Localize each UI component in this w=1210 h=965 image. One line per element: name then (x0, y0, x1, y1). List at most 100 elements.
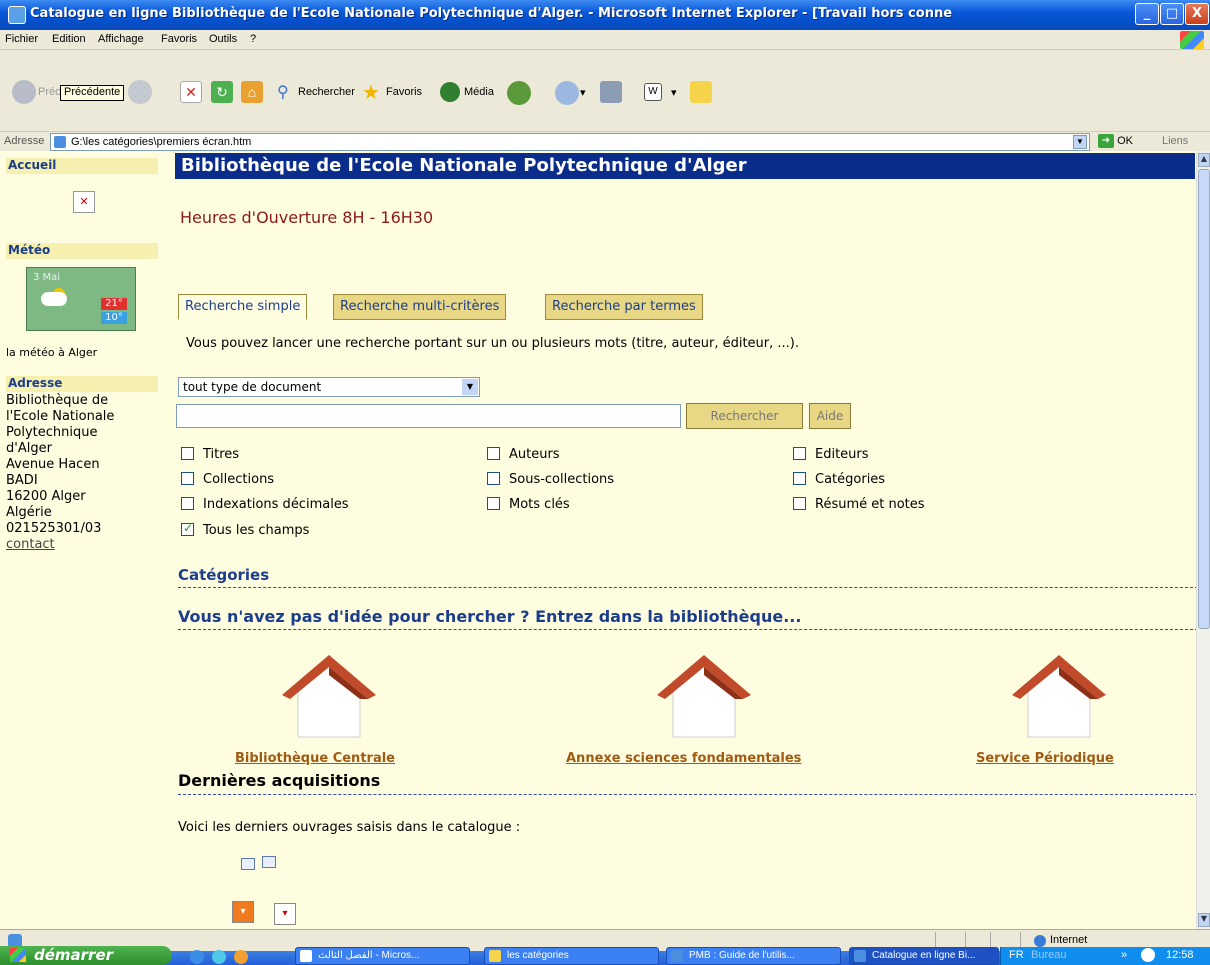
home-icon[interactable]: ⌂ (241, 81, 263, 103)
tab-recherche-multi-criteres[interactable]: Recherche multi-critères (333, 294, 507, 320)
address-dropdown-icon[interactable]: ▼ (1073, 135, 1087, 149)
help-button[interactable]: Aide (809, 403, 851, 429)
checkbox-resume-et-notes[interactable]: Résumé et notes (793, 497, 925, 512)
start-button[interactable]: démarrer (0, 946, 172, 965)
search-button-label[interactable]: Rechercher (298, 86, 355, 98)
search-button[interactable]: Rechercher (686, 403, 803, 429)
tab-recherche-simple[interactable]: Recherche simple (178, 294, 308, 320)
tray-arrow-icon[interactable]: » (1121, 949, 1127, 961)
favorites-button-label[interactable]: Favoris (386, 86, 422, 98)
checkbox-tous-les-champs[interactable]: ✓ Tous les champs (181, 521, 309, 538)
checkbox-label: Auteurs (509, 447, 560, 462)
checkbox-box[interactable] (181, 447, 194, 460)
address-input[interactable]: G:\les catégories\premiers écran.htm (50, 133, 1090, 151)
window-title-bar[interactable]: Catalogue en ligne Bibliothèque de l'Eco… (0, 0, 1210, 30)
taskbar-item-word[interactable]: الفصل الثالث - Micros... (295, 947, 470, 965)
refresh-icon[interactable]: ↻ (211, 81, 233, 103)
menu-outils[interactable]: Outils (209, 33, 237, 45)
windows-logo-icon (10, 948, 26, 962)
media-quicklaunch-icon[interactable] (234, 950, 248, 964)
edit-dropdown-icon[interactable]: ▾ (671, 86, 677, 99)
library-house-icon[interactable] (655, 651, 753, 741)
close-button[interactable]: X (1185, 3, 1209, 25)
checkbox-mots-cles[interactable]: Mots clés (487, 497, 570, 512)
taskbar-item-pmb-guide[interactable]: PMB : Guide de l'utilis... (666, 947, 841, 965)
tray-app-icon[interactable] (1141, 948, 1155, 962)
link-service-periodique[interactable]: Service Périodique (976, 751, 1114, 766)
go-button[interactable]: ➜ OK (1098, 134, 1133, 148)
print-icon[interactable] (600, 81, 622, 103)
divider (178, 794, 1198, 795)
checkbox-indexations-decimales[interactable]: Indexations décimales (181, 497, 349, 512)
checkbox-box[interactable] (181, 497, 194, 510)
sidebar-address-block: Bibliothèque de l'Ecole Nationale Polyte… (6, 393, 114, 553)
clock: 12:58 (1166, 949, 1194, 961)
checkbox-editeurs[interactable]: Editeurs (793, 447, 869, 462)
menu-affichage[interactable]: Affichage (98, 33, 144, 45)
history-icon[interactable] (507, 81, 531, 105)
library-house-icon[interactable] (1010, 651, 1108, 741)
checkbox-box[interactable] (181, 472, 194, 485)
maximize-button[interactable]: □ (1160, 3, 1184, 25)
checkbox-box[interactable] (487, 447, 500, 460)
weather-widget[interactable]: 3 Mai 21° 10° (26, 267, 136, 331)
minimize-button[interactable]: _ (1135, 3, 1159, 25)
categories-heading[interactable]: Catégories (178, 566, 269, 584)
library-house-icon[interactable] (280, 651, 378, 741)
menu-fichier[interactable]: Fichier (5, 33, 38, 45)
address-line: Polytechnique (6, 425, 98, 440)
internet-zone-icon (1034, 935, 1046, 947)
broken-image-icon[interactable]: ▾ (274, 903, 296, 925)
checkbox-titres[interactable]: Titres (181, 447, 239, 462)
checkbox-sous-collections[interactable]: Sous-collections (487, 472, 614, 487)
taskbar-item-folder[interactable]: les catégories (484, 947, 659, 965)
back-arrow-icon[interactable] (12, 80, 36, 104)
checkbox-label: Indexations décimales (203, 497, 349, 512)
taskbar: démarrer الفصل الثالث - Micros... les ca… (0, 946, 1210, 965)
checkbox-label: Mots clés (509, 497, 570, 512)
language-indicator[interactable]: FR (1009, 949, 1024, 961)
document-type-select[interactable]: tout type de document ▼ (178, 377, 480, 397)
scroll-down-icon[interactable]: ▼ (1198, 913, 1210, 927)
link-annexe-sciences-fondamentales[interactable]: Annexe sciences fondamentales (566, 751, 801, 766)
search-input[interactable] (176, 404, 681, 428)
link-bibliotheque-centrale[interactable]: Bibliothèque Centrale (235, 751, 395, 766)
desktop-toolbar-label[interactable]: Bureau (1031, 949, 1066, 961)
desktop-quicklaunch-icon[interactable] (212, 950, 226, 964)
expand-all-icon[interactable] (241, 858, 255, 870)
forward-arrow-icon[interactable] (128, 80, 152, 104)
word-edit-icon[interactable]: W (644, 83, 662, 101)
checkbox-box[interactable] (487, 472, 500, 485)
address-line: Algérie (6, 505, 52, 520)
scroll-thumb[interactable] (1198, 169, 1210, 629)
contact-link[interactable]: contact (6, 537, 55, 552)
windows-logo-icon (1180, 31, 1204, 49)
taskbar-item-label: الفصل الثالث - Micros... (318, 950, 420, 961)
menu-edition[interactable]: Edition (52, 33, 86, 45)
checkbox-box[interactable] (793, 447, 806, 460)
scroll-up-icon[interactable]: ▲ (1198, 153, 1210, 167)
checkbox-box[interactable]: ✓ (181, 521, 194, 536)
checkbox-box[interactable] (487, 497, 500, 510)
links-label[interactable]: Liens (1162, 135, 1188, 147)
menu-help[interactable]: ? (250, 33, 256, 45)
vertical-scrollbar[interactable]: ▲ ▼ (1196, 151, 1210, 929)
taskbar-item-catalogue[interactable]: Catalogue en ligne Bi... (849, 947, 999, 965)
checkbox-collections[interactable]: Collections (181, 472, 274, 487)
book-thumbnail-icon[interactable]: ▾ (232, 901, 254, 923)
taskbar-item-label: PMB : Guide de l'utilis... (689, 950, 795, 961)
stop-icon[interactable]: ✕ (180, 81, 202, 103)
mail-dropdown-icon[interactable]: ▾ (580, 86, 586, 99)
checkbox-box[interactable] (793, 472, 806, 485)
media-button-label[interactable]: Média (464, 86, 494, 98)
checkbox-categories[interactable]: Catégories (793, 472, 885, 487)
collapse-all-icon[interactable] (262, 856, 276, 868)
weather-date: 3 Mai (33, 272, 61, 283)
menu-favoris[interactable]: Favoris (161, 33, 197, 45)
checkbox-auteurs[interactable]: Auteurs (487, 447, 560, 462)
tab-recherche-par-termes[interactable]: Recherche par termes (545, 294, 703, 320)
ie-quicklaunch-icon[interactable] (190, 950, 204, 964)
mail-icon[interactable] (555, 81, 579, 105)
notes-icon[interactable] (690, 81, 712, 103)
checkbox-box[interactable] (793, 497, 806, 510)
